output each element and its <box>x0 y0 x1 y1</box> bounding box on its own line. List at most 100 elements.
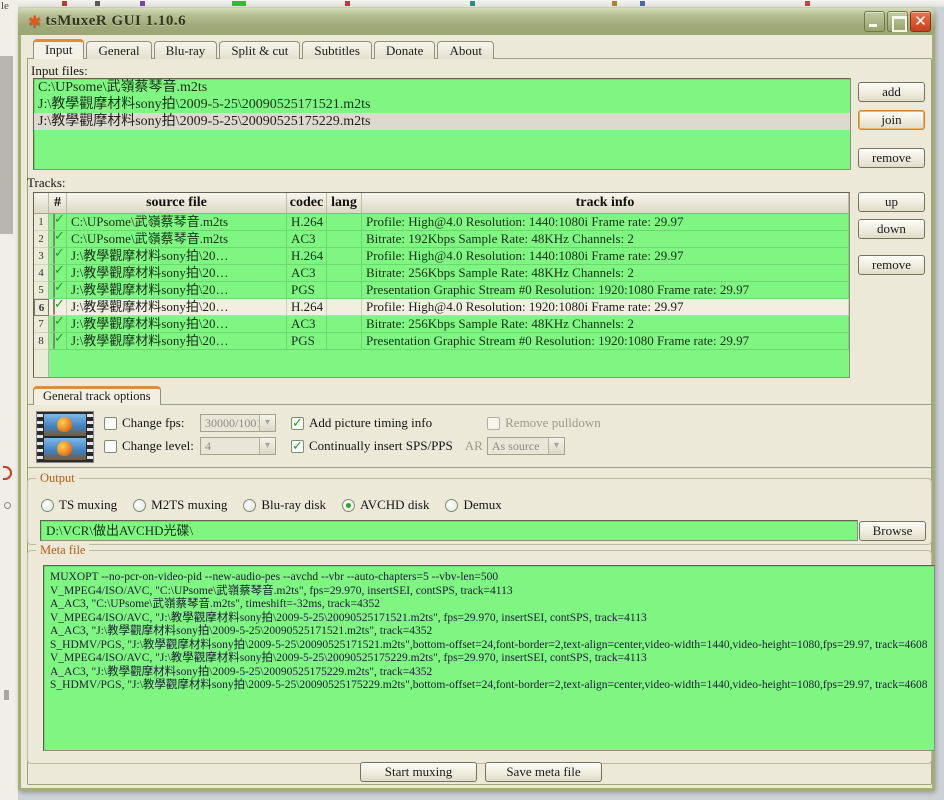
track-codec[interactable]: PGS <box>287 282 327 299</box>
row-header[interactable]: 2 <box>34 231 49 248</box>
row-header[interactable]: 5 <box>34 282 49 299</box>
change-fps-checkbox[interactable] <box>104 417 117 430</box>
radio-m2ts-muxing[interactable]: M2TS muxing <box>133 497 227 513</box>
add-picture-timing-checkbox[interactable] <box>291 417 304 430</box>
browse-button[interactable]: Browse <box>859 521 926 541</box>
radio-bluray-disk[interactable]: Blu-ray disk <box>243 497 326 513</box>
row-header[interactable]: 8 <box>34 333 49 350</box>
tab-bluray[interactable]: Blu-ray <box>154 41 218 59</box>
maximize-button[interactable] <box>887 11 908 32</box>
track-lang[interactable] <box>327 231 362 248</box>
close-button[interactable] <box>910 11 931 32</box>
track-source[interactable]: C:\UPsome\武嶺蔡琴音.m2ts <box>67 214 287 231</box>
tab-donate[interactable]: Donate <box>374 41 436 59</box>
track-lang[interactable] <box>327 333 362 350</box>
track-info[interactable]: Profile: High@4.0 Resolution: 1920:1080i… <box>362 299 849 316</box>
row-header[interactable]: 3 <box>34 248 49 265</box>
tab-split-cut[interactable]: Split & cut <box>219 41 300 59</box>
tab-subtitles[interactable]: Subtitles <box>302 41 372 59</box>
change-level-checkbox[interactable] <box>104 440 117 453</box>
column-header-num[interactable]: # <box>49 193 67 214</box>
column-header-source[interactable]: source file <box>67 193 287 214</box>
track-lang[interactable] <box>327 316 362 333</box>
column-header-info[interactable]: track info <box>362 193 849 214</box>
track-codec[interactable]: AC3 <box>287 231 327 248</box>
row-header[interactable]: 7 <box>34 316 49 333</box>
radio-demux[interactable]: Demux <box>445 497 501 513</box>
join-button[interactable]: join <box>858 110 925 130</box>
change-level-label: Change level: <box>122 438 194 454</box>
add-button[interactable]: add <box>858 82 925 102</box>
track-checkbox-cell[interactable] <box>49 282 67 299</box>
input-file-item[interactable]: C:\UPsome\武嶺蔡琴音.m2ts <box>34 79 850 96</box>
up-button[interactable]: up <box>858 192 925 212</box>
input-file-item[interactable]: J:\教學觀摩材料sony拍\2009-5-25\20090525171521.… <box>34 96 850 113</box>
titlebar[interactable]: ✱ tsMuxeR GUI 1.10.6 <box>18 8 935 35</box>
track-checkbox[interactable] <box>53 265 55 281</box>
row-header[interactable]: 1 <box>34 214 49 231</box>
track-codec[interactable]: H.264 <box>287 299 327 316</box>
continually-insert-checkbox[interactable] <box>291 440 304 453</box>
track-checkbox-cell[interactable] <box>49 299 67 316</box>
track-checkbox-cell[interactable] <box>49 231 67 248</box>
track-info[interactable]: Bitrate: 256Kbps Sample Rate: 48KHz Chan… <box>362 265 849 282</box>
track-checkbox[interactable] <box>53 333 55 349</box>
row-header[interactable]: 4 <box>34 265 49 282</box>
save-meta-file-button[interactable]: Save meta file <box>485 762 602 782</box>
output-path-field[interactable]: D:\VCR\做出AVCHD光碟\ <box>40 520 858 541</box>
track-info[interactable]: Profile: High@4.0 Resolution: 1440:1080i… <box>362 214 849 231</box>
track-source[interactable]: J:\教學觀摩材料sony拍\20… <box>67 265 287 282</box>
track-codec[interactable]: AC3 <box>287 316 327 333</box>
track-info[interactable]: Presentation Graphic Stream #0 Resolutio… <box>362 333 849 350</box>
track-checkbox-cell[interactable] <box>49 333 67 350</box>
column-header-codec[interactable]: codec <box>287 193 327 214</box>
track-codec[interactable]: H.264 <box>287 248 327 265</box>
track-source-selected[interactable]: J:\教學觀摩材料sony拍\20… <box>67 299 287 316</box>
background-gray-mark <box>4 502 11 509</box>
track-lang[interactable] <box>327 214 362 231</box>
track-codec[interactable]: PGS <box>287 333 327 350</box>
radio-avchd-disk[interactable]: AVCHD disk <box>342 497 429 513</box>
track-checkbox-cell[interactable] <box>49 214 67 231</box>
track-lang[interactable] <box>327 265 362 282</box>
track-lang[interactable] <box>327 299 362 316</box>
track-lang[interactable] <box>327 248 362 265</box>
minimize-button[interactable] <box>864 11 885 32</box>
remove-file-button[interactable]: remove <box>858 148 925 168</box>
track-checkbox-cell[interactable] <box>49 316 67 333</box>
track-checkbox[interactable] <box>53 248 55 264</box>
track-info[interactable]: Bitrate: 192Kbps Sample Rate: 48KHz Chan… <box>362 231 849 248</box>
track-codec[interactable]: H.264 <box>287 214 327 231</box>
track-source[interactable]: J:\教學觀摩材料sony拍\20… <box>67 282 287 299</box>
start-muxing-button[interactable]: Start muxing <box>360 762 477 782</box>
track-checkbox-cell[interactable] <box>49 265 67 282</box>
meta-file-textarea[interactable]: MUXOPT --no-pcr-on-video-pid --new-audio… <box>43 565 935 751</box>
column-header-lang[interactable]: lang <box>327 193 362 214</box>
track-source[interactable]: J:\教學觀摩材料sony拍\20… <box>67 333 287 350</box>
remove-track-button[interactable]: remove <box>858 255 925 275</box>
input-file-item-selected[interactable]: J:\教學觀摩材料sony拍\2009-5-25\20090525175229.… <box>34 113 850 130</box>
track-source[interactable]: J:\教學觀摩材料sony拍\20… <box>67 248 287 265</box>
track-info[interactable]: Bitrate: 256Kbps Sample Rate: 48KHz Chan… <box>362 316 849 333</box>
track-lang[interactable] <box>327 282 362 299</box>
down-button[interactable]: down <box>858 219 925 239</box>
track-info[interactable]: Presentation Graphic Stream #0 Resolutio… <box>362 282 849 299</box>
tab-general[interactable]: General <box>86 41 151 59</box>
input-files-list[interactable]: C:\UPsome\武嶺蔡琴音.m2ts J:\教學觀摩材料sony拍\2009… <box>33 78 851 170</box>
track-checkbox[interactable] <box>53 214 55 230</box>
track-checkbox[interactable] <box>53 282 55 298</box>
tab-about[interactable]: About <box>437 41 494 59</box>
tab-input[interactable]: Input <box>33 39 84 59</box>
track-codec[interactable]: AC3 <box>287 265 327 282</box>
row-header-selected[interactable]: 6 <box>34 299 49 316</box>
radio-ts-muxing[interactable]: TS muxing <box>41 497 117 513</box>
tracks-table[interactable]: # source file codec lang track info 1 C:… <box>33 192 850 378</box>
track-info[interactable]: Profile: High@4.0 Resolution: 1440:1080i… <box>362 248 849 265</box>
track-checkbox[interactable] <box>53 299 55 315</box>
track-checkbox[interactable] <box>53 316 55 332</box>
track-source[interactable]: J:\教學觀摩材料sony拍\20… <box>67 316 287 333</box>
tab-general-track-options[interactable]: General track options <box>33 386 161 405</box>
track-checkbox-cell[interactable] <box>49 248 67 265</box>
track-source[interactable]: C:\UPsome\武嶺蔡琴音.m2ts <box>67 231 287 248</box>
track-checkbox[interactable] <box>53 231 55 247</box>
